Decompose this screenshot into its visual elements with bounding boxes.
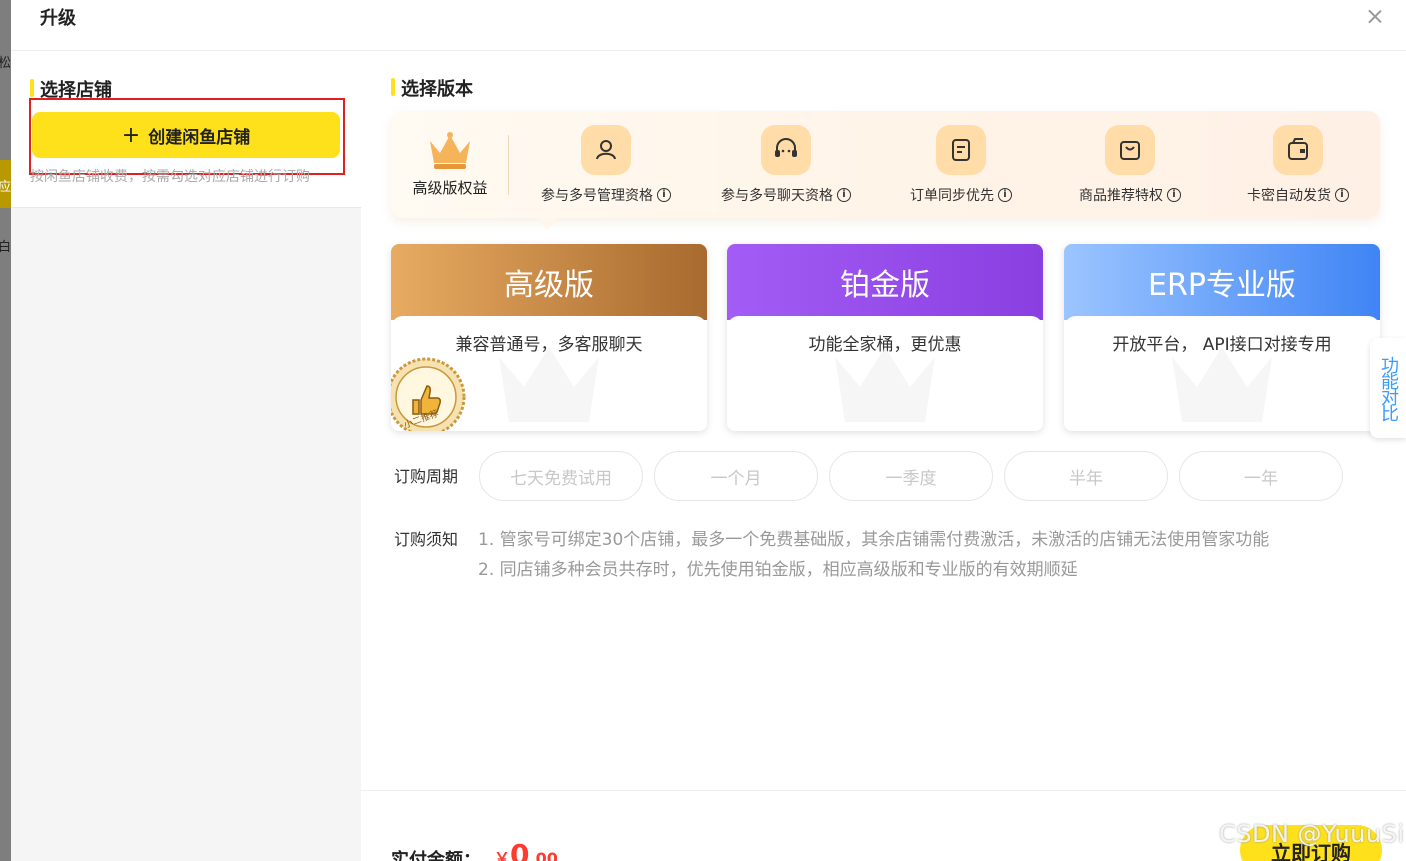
store-section-title: 选择店铺 [30,76,112,102]
box-icon [1273,125,1323,175]
plan-card-advanced[interactable]: 高级版 兼容普通号，多客服聊天 小二推荐 [391,244,707,431]
pay-label: 实付金额： [391,850,481,861]
selection-pointer [537,218,557,230]
benefit-item: 卡密自动发货 i [1218,125,1378,205]
plan-card-platinum[interactable]: 铂金版 功能全家桶，更优惠 [727,244,1043,431]
upgrade-dialog: 升级 选择店铺 + 创建闲鱼店铺 按闲鱼店铺收费，按需勾选对应店铺进行订购 选择… [11,0,1406,861]
close-icon[interactable] [1364,6,1386,28]
benefit-item: 参与多号管理资格 i [526,125,686,205]
notice-label: 订购须知 [394,530,459,549]
watermark: CSDN @YuuuSi [1219,820,1405,848]
period-option-month[interactable]: 一个月 [654,451,818,501]
amount-integer: 0 [510,838,530,861]
plan-body: 开放平台， API接口对接专用 [1064,316,1380,431]
benefit-item: 参与多号聊天资格 i [706,125,866,205]
plus-icon: + [121,122,141,148]
benefit-label: 卡密自动发货 i [1247,185,1349,205]
benefit-label: 参与多号聊天资格 i [721,185,851,205]
info-icon[interactable]: i [657,188,671,202]
pay-amount: ￥0.00 [494,838,558,861]
users-icon [581,125,631,175]
info-icon[interactable]: i [1335,188,1349,202]
dialog-header: 升级 [11,0,1406,51]
currency-symbol: ￥ [494,849,511,861]
version-section-title: 选择版本 [391,75,473,101]
create-store-button[interactable]: + 创建闲鱼店铺 [32,112,340,158]
benefit-item: 订单同步优先 i [881,125,1041,205]
period-option-year[interactable]: 一年 [1179,451,1343,501]
benefit-item: 商品推荐特权 i [1050,125,1210,205]
crown-icon [1172,347,1272,422]
crown-icon [835,347,935,422]
benefit-label: 参与多号管理资格 i [541,185,671,205]
notice-line: 1. 管家号可绑定30个店铺，最多一个免费基础版，其余店铺需付费激活，未激活的店… [478,530,1270,550]
backdrop-text: 应 [0,180,11,195]
backdrop-text: 白 [0,240,11,255]
benefits-bar: 高级版权益 参与多号管理资格 i 参与多号聊天资格 i 订单同步优先 i 商品推荐 [391,111,1380,218]
plan-name: 铂金版 [727,244,1043,320]
order-icon [936,125,986,175]
plan-body: 兼容普通号，多客服聊天 小二推荐 [391,316,707,431]
plan-body: 功能全家桶，更优惠 [727,316,1043,431]
store-hint: 按闲鱼店铺收费，按需勾选对应店铺进行订购 [30,169,310,185]
plan-name: 高级版 [391,244,707,320]
plan-card-erp[interactable]: ERP专业版 开放平台， API接口对接专用 [1064,244,1380,431]
divider [361,790,1406,791]
plan-name: ERP专业版 [1064,244,1380,320]
benefit-label: 商品推荐特权 i [1079,185,1181,205]
divider [508,135,509,195]
period-option-quarter[interactable]: 一季度 [829,451,993,501]
period-option-halfyear[interactable]: 半年 [1004,451,1168,501]
headset-icon [761,125,811,175]
create-store-label: 创建闲鱼店铺 [148,127,251,148]
period-label: 订购周期 [394,467,459,486]
info-icon[interactable]: i [998,188,1012,202]
info-icon[interactable]: i [1167,188,1181,202]
dialog-title: 升级 [40,8,76,29]
benefits-header-label: 高级版权益 [412,179,488,197]
store-panel: 选择店铺 + 创建闲鱼店铺 按闲鱼店铺收费，按需勾选对应店铺进行订购 [11,51,361,861]
store-panel-top: 选择店铺 + 创建闲鱼店铺 按闲鱼店铺收费，按需勾选对应店铺进行订购 [11,51,361,208]
info-icon[interactable]: i [837,188,851,202]
page-backdrop: 松 应 白 [0,0,11,861]
bag-icon [1105,125,1155,175]
crown-icon [430,132,470,169]
benefit-label: 订单同步优先 i [910,185,1012,205]
crown-icon [499,347,599,422]
notice-line: 2. 同店铺多种会员共存时，优先使用铂金版，相应高级版和专业版的有效期顺延 [478,560,1078,580]
amount-decimal: .00 [529,849,558,861]
period-option-trial[interactable]: 七天免费试用 [479,451,643,501]
backdrop-text: 松 [0,56,11,71]
feature-compare-tab[interactable]: 功能对比 [1370,338,1406,438]
benefits-header: 高级版权益 [391,111,509,218]
